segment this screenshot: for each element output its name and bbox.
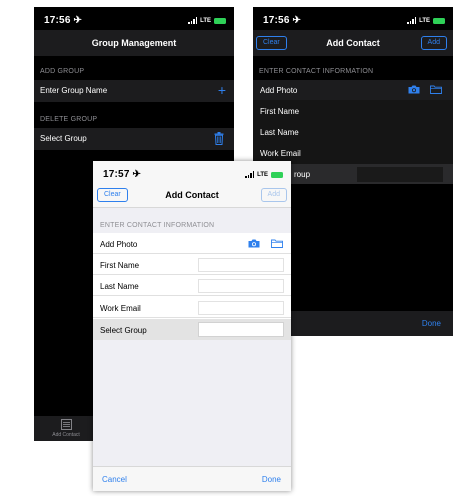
first-name-field[interactable]: [198, 258, 284, 272]
keyboard-toolbar: Cancel Done: [93, 466, 291, 491]
camera-icon[interactable]: [408, 85, 420, 94]
select-group-row[interactable]: Select Group: [34, 128, 234, 150]
form-background: [93, 340, 291, 466]
add-photo-row[interactable]: Add Photo: [93, 233, 291, 254]
work-email-row[interactable]: Work Email: [93, 297, 291, 318]
done-button[interactable]: Done: [262, 475, 281, 484]
work-email-label: Work Email: [100, 304, 141, 313]
add-button[interactable]: Add: [420, 36, 447, 50]
form-rows: Add Photo First Name Last Name Work Emai…: [93, 233, 291, 340]
last-name-row[interactable]: Last Name: [93, 276, 291, 296]
first-name-label: First Name: [260, 107, 300, 116]
group-name-input[interactable]: Enter Group Name: [40, 86, 107, 95]
last-name-row[interactable]: Last Name: [253, 122, 453, 142]
signal-icon: [188, 17, 198, 24]
status-indicators: LTE: [245, 170, 283, 179]
select-group-row[interactable]: Select Group: [93, 319, 291, 340]
add-photo-row[interactable]: Add Photo: [253, 80, 453, 100]
first-name-row[interactable]: First Name: [253, 101, 453, 121]
work-email-row[interactable]: Work Email: [253, 143, 453, 163]
signal-icon: [245, 171, 255, 178]
network-label: LTE: [257, 171, 268, 178]
select-group-field[interactable]: [198, 322, 284, 337]
section-header: ENTER CONTACT INFORMATION: [259, 68, 374, 75]
tab-add-contact-label: Add Contact: [52, 432, 80, 438]
folder-icon[interactable]: [271, 239, 283, 248]
section-header-delete-group: DELETE GROUP: [40, 116, 98, 123]
select-group-label[interactable]: Select Group: [40, 134, 87, 143]
section-header-add-group: ADD GROUP: [40, 68, 85, 75]
nav-bar: Clear Add Contact Add: [93, 183, 291, 208]
status-indicators: LTE: [188, 16, 226, 25]
work-email-field[interactable]: [198, 301, 284, 315]
section-header: ENTER CONTACT INFORMATION: [100, 222, 215, 229]
nav-bar: Group Management: [34, 30, 234, 56]
work-email-label: Work Email: [260, 149, 301, 158]
folder-icon[interactable]: [430, 85, 442, 94]
camera-icon[interactable]: [248, 239, 260, 248]
select-group-field[interactable]: [357, 167, 443, 182]
add-photo-label: Add Photo: [260, 86, 298, 95]
last-name-label: Last Name: [260, 128, 299, 137]
status-indicators: LTE: [407, 16, 445, 25]
contact-list-icon: [60, 419, 72, 430]
network-label: LTE: [200, 17, 211, 24]
select-group-label: roup: [294, 170, 311, 179]
battery-icon: [214, 17, 226, 24]
first-name-label: First Name: [100, 261, 140, 270]
nav-bar: Clear Add Contact Add: [253, 30, 453, 56]
first-name-row[interactable]: First Name: [93, 255, 291, 275]
last-name-label: Last Name: [100, 282, 139, 291]
page-title: Group Management: [91, 38, 177, 48]
section-header-bg: ENTER CONTACT INFORMATION: [93, 208, 291, 233]
signal-icon: [407, 17, 417, 24]
battery-icon: [433, 17, 445, 24]
group-name-row[interactable]: Enter Group Name +: [34, 80, 234, 102]
done-button[interactable]: Done: [422, 319, 441, 328]
add-contact-light-screen: 17:57 ✈ LTE Clear Add Contact Add ENTER …: [93, 161, 291, 491]
plus-icon[interactable]: +: [218, 83, 226, 97]
status-time: 17:56 ✈: [44, 15, 83, 26]
last-name-field[interactable]: [198, 279, 284, 293]
cancel-button[interactable]: Cancel: [102, 475, 127, 484]
select-group-label: Select Group: [100, 326, 147, 335]
add-button[interactable]: Add: [260, 188, 287, 202]
status-time: 17:57 ✈: [103, 169, 142, 180]
battery-icon: [271, 171, 283, 178]
network-label: LTE: [419, 17, 430, 24]
add-photo-label: Add Photo: [100, 240, 138, 249]
trash-icon[interactable]: [214, 132, 224, 145]
tab-add-contact[interactable]: Add Contact: [46, 418, 86, 440]
status-time: 17:56 ✈: [263, 15, 302, 26]
